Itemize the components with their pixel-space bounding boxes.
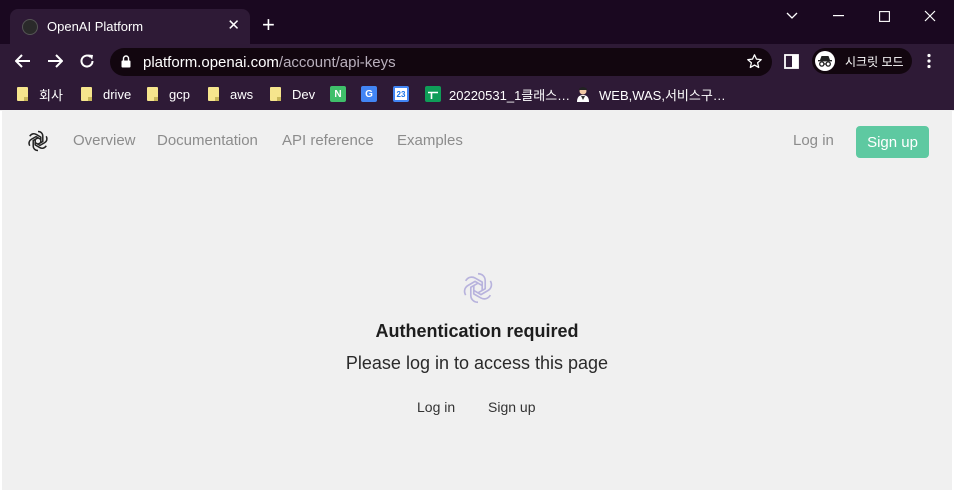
folder-icon bbox=[17, 87, 28, 101]
browser-toolbar: platform.openai.com/account/api-keys 시크릿… bbox=[0, 44, 954, 78]
bookmark-folder[interactable]: 회사 bbox=[17, 85, 63, 103]
bookmarks-bar: 회사 drive gcp aws Dev N G 23 20220531_1클래… bbox=[0, 78, 954, 110]
notion-style-icon: N bbox=[330, 86, 346, 102]
auth-title: Authentication required bbox=[375, 321, 579, 341]
url-text[interactable]: platform.openai.com/account/api-keys bbox=[143, 54, 396, 71]
new-tab-icon[interactable]: + bbox=[262, 14, 275, 36]
forward-arrow-icon[interactable] bbox=[44, 50, 66, 72]
auth-message: Please log in to access this page bbox=[345, 353, 609, 373]
maximize-icon[interactable] bbox=[874, 8, 894, 24]
url-host: platform.openai.com bbox=[143, 54, 279, 71]
auth-signup-button[interactable]: Sign up bbox=[488, 399, 535, 415]
bookmark-label: Dev bbox=[292, 86, 316, 102]
side-panel-icon[interactable] bbox=[784, 54, 799, 74]
incognito-label: 시크릿 모드 bbox=[845, 54, 904, 69]
google-translate-icon: G bbox=[361, 86, 377, 102]
signup-button[interactable]: Sign up bbox=[856, 126, 929, 158]
bookmark-folder[interactable]: gcp bbox=[147, 85, 190, 103]
url-path: /account/api-keys bbox=[278, 54, 396, 71]
address-bar[interactable]: platform.openai.com/account/api-keys bbox=[110, 48, 772, 76]
person-icon bbox=[575, 86, 591, 102]
lock-icon[interactable] bbox=[121, 55, 131, 73]
sheets-icon bbox=[425, 86, 441, 102]
nav-documentation[interactable]: Documentation bbox=[157, 132, 258, 149]
folder-icon bbox=[81, 87, 92, 101]
bookmark-link[interactable]: N bbox=[330, 85, 354, 103]
bookmark-label: aws bbox=[230, 86, 254, 102]
incognito-indicator[interactable]: 시크릿 모드 bbox=[812, 48, 912, 74]
nav-overview[interactable]: Overview bbox=[73, 132, 136, 149]
tab-search-chevron-icon[interactable] bbox=[782, 8, 802, 24]
tab-title: OpenAI Platform bbox=[47, 19, 144, 34]
bookmark-link[interactable]: G bbox=[361, 85, 385, 103]
bookmark-label: gcp bbox=[169, 86, 190, 102]
bookmark-label: drive bbox=[103, 86, 132, 102]
incognito-icon bbox=[815, 51, 835, 71]
bookmark-star-icon[interactable] bbox=[746, 53, 763, 75]
bookmark-folder[interactable]: Dev bbox=[270, 85, 315, 103]
nav-api-reference[interactable]: API reference bbox=[282, 132, 374, 149]
tab-close-icon[interactable]: ✕ bbox=[227, 17, 240, 34]
auth-login-button[interactable]: Log in bbox=[417, 399, 455, 415]
folder-icon bbox=[270, 87, 281, 101]
folder-icon bbox=[147, 87, 158, 101]
folder-icon bbox=[208, 87, 219, 101]
bookmark-label: 20220531_1클래스… bbox=[449, 87, 571, 103]
browser-menu-icon[interactable] bbox=[927, 53, 931, 74]
login-link[interactable]: Log in bbox=[793, 132, 834, 149]
bookmark-label: 회사 bbox=[39, 87, 63, 103]
bookmark-folder[interactable]: drive bbox=[81, 85, 131, 103]
bookmark-label: WEB,WAS,서비스구… bbox=[599, 87, 726, 103]
openai-logo-icon bbox=[460, 270, 496, 311]
close-window-icon[interactable] bbox=[920, 8, 940, 24]
openai-logo-icon[interactable] bbox=[26, 129, 50, 158]
nav-examples[interactable]: Examples bbox=[397, 132, 463, 149]
page-viewport: Overview Documentation API reference Exa… bbox=[2, 111, 952, 490]
bookmark-folder[interactable]: aws bbox=[208, 85, 253, 103]
browser-titlebar: OpenAI Platform ✕ + bbox=[0, 0, 954, 44]
bookmark-link[interactable]: 20220531_1클래스… bbox=[425, 85, 570, 103]
bookmark-link[interactable]: 23 bbox=[393, 85, 417, 103]
minimize-icon[interactable] bbox=[828, 8, 848, 24]
bookmark-link[interactable]: WEB,WAS,서비스구… bbox=[575, 85, 726, 103]
openai-favicon-icon bbox=[22, 18, 38, 35]
reload-icon[interactable] bbox=[76, 50, 98, 72]
back-arrow-icon[interactable] bbox=[12, 50, 34, 72]
browser-tab[interactable]: OpenAI Platform ✕ bbox=[10, 9, 250, 44]
calendar-icon: 23 bbox=[393, 86, 409, 102]
